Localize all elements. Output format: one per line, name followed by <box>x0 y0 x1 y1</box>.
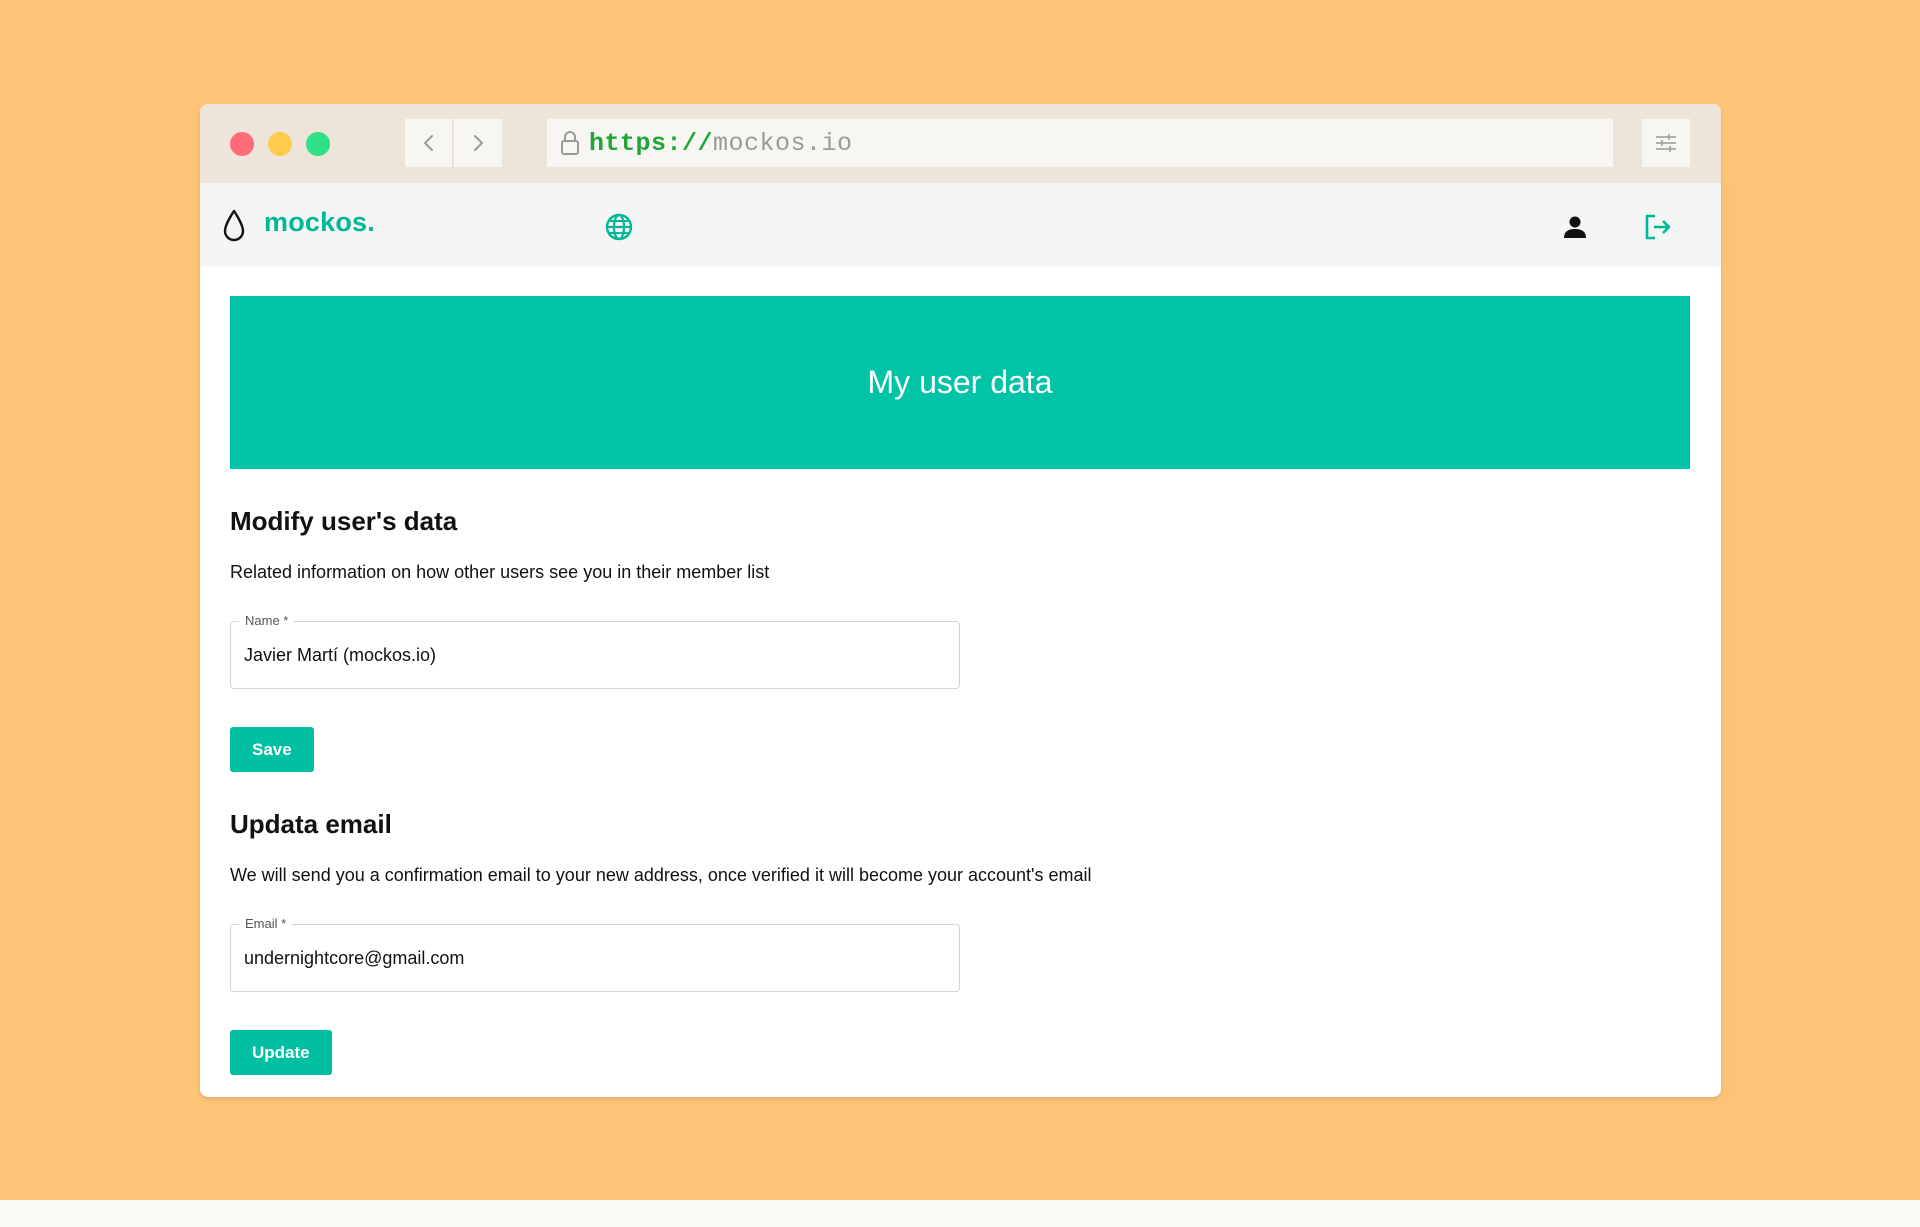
browser-settings-button[interactable] <box>1642 119 1690 167</box>
logo-text[interactable]: mockos. <box>264 207 375 238</box>
forward-button[interactable] <box>454 119 502 167</box>
name-field[interactable]: Name * <box>230 613 960 689</box>
address-bar[interactable]: https://mockos.io <box>547 119 1613 167</box>
globe-icon <box>605 213 633 241</box>
url-text: https://mockos.io <box>589 129 853 158</box>
sliders-icon <box>1656 134 1676 152</box>
window-maximize-button[interactable] <box>306 132 330 156</box>
chevron-left-icon <box>423 135 433 151</box>
profile-button[interactable] <box>1558 210 1592 244</box>
page-title: My user data <box>867 364 1053 400</box>
logout-button[interactable] <box>1640 209 1676 245</box>
email-field[interactable]: Email * <box>230 916 960 992</box>
user-data-section-title: Modify user's data <box>230 506 458 536</box>
user-data-section-description: Related information on how other users s… <box>230 562 770 582</box>
water-drop-icon <box>223 209 245 242</box>
browser-toolbar: https://mockos.io <box>200 104 1721 183</box>
page-bottom-strip <box>0 1200 1920 1227</box>
browser-window: https://mockos.io mockos. My user data M… <box>200 104 1721 1097</box>
email-input[interactable] <box>244 943 944 973</box>
logout-icon <box>1645 214 1671 240</box>
page-banner: My user data <box>230 296 1690 469</box>
update-button[interactable]: Update <box>230 1030 332 1075</box>
save-button[interactable]: Save <box>230 727 314 772</box>
lock-icon <box>559 130 581 156</box>
chevron-right-icon <box>474 135 483 151</box>
window-close-button[interactable] <box>230 132 254 156</box>
name-field-label: Name * <box>239 613 295 628</box>
url-scheme: https:// <box>589 128 714 158</box>
email-section-title: Updata email <box>230 809 392 839</box>
email-section-description: We will send you a confirmation email to… <box>230 865 1092 885</box>
app-header: mockos. <box>200 183 1721 267</box>
name-input[interactable] <box>244 640 944 670</box>
user-icon <box>1564 216 1586 238</box>
window-minimize-button[interactable] <box>268 132 292 156</box>
url-host: mockos.io <box>713 128 853 158</box>
email-field-label: Email * <box>239 916 293 931</box>
back-button[interactable] <box>405 119 453 167</box>
language-button[interactable] <box>603 211 635 243</box>
